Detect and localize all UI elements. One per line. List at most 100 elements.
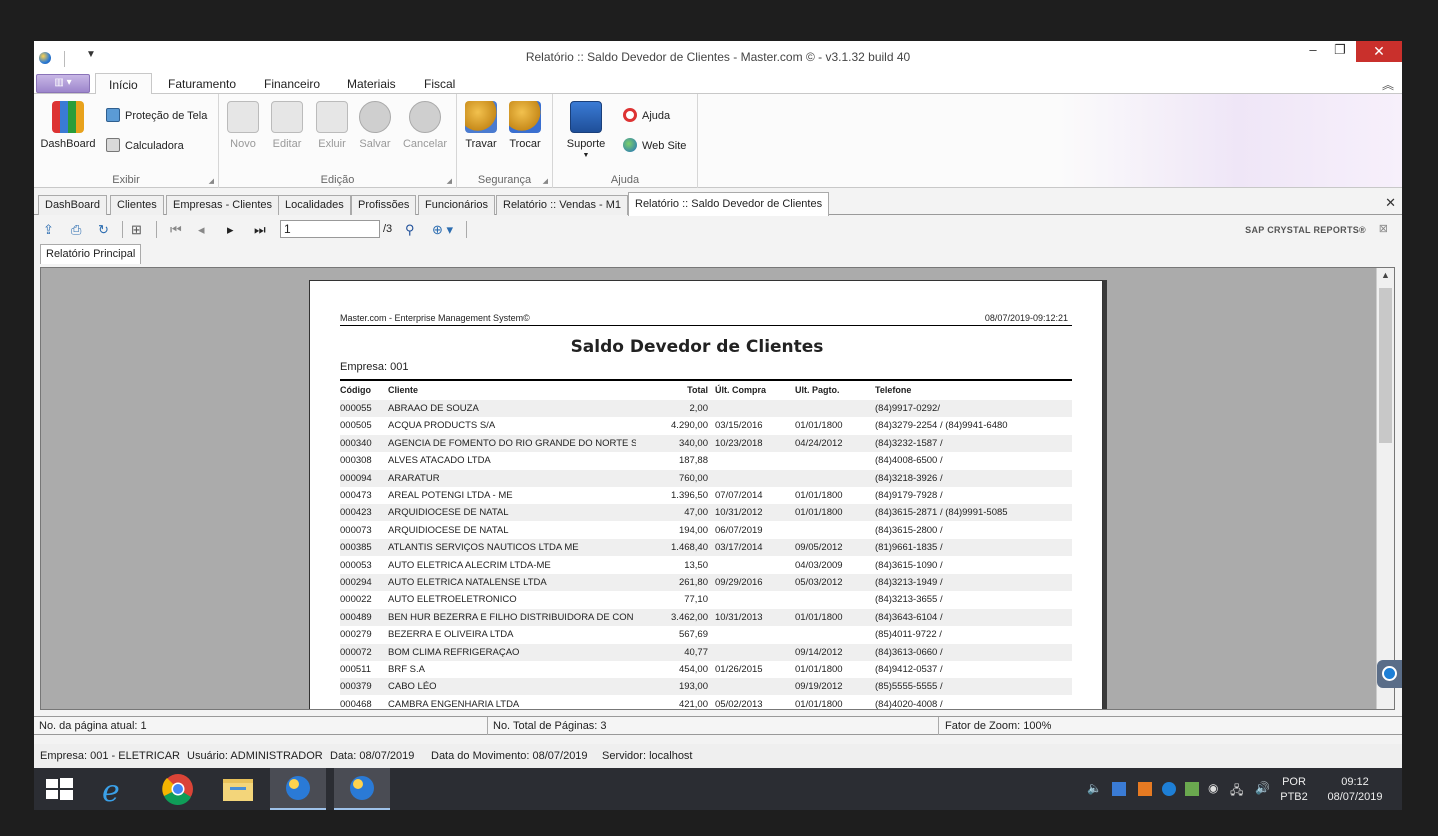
ribbon: DashBoard Proteção de Tela Calculadora E…: [34, 94, 1402, 188]
cell-total: 3.462,00: [671, 611, 708, 623]
tray-app-icon[interactable]: [1185, 782, 1199, 796]
header-rule: [340, 325, 1072, 326]
file-explorer-app[interactable]: [210, 768, 266, 810]
toolbar-separator: [156, 221, 157, 238]
calculadora-button[interactable]: Calculadora: [106, 138, 184, 152]
report-title: Saldo Devedor de Clientes: [570, 337, 824, 357]
doctab-relatorio-vendas[interactable]: Relatório :: Vendas - M1: [496, 195, 629, 215]
cancelar-button[interactable]: Cancelar: [402, 101, 448, 150]
tab-fiscal[interactable]: Fiscal: [424, 77, 455, 91]
tab-financeiro[interactable]: Financeiro: [264, 77, 320, 91]
teamviewer-tray-icon[interactable]: [1162, 782, 1176, 796]
cell-ult-compra: 10/31/2013: [715, 611, 763, 623]
cell-codigo: 000379: [340, 681, 372, 693]
cell-cliente: BEN HUR BEZERRA E FILHO DISTRIBUIDORA DE…: [388, 611, 634, 623]
first-page-icon[interactable]: ⏮: [170, 222, 182, 238]
col-header-cliente: Cliente: [388, 385, 419, 395]
tab-faturamento[interactable]: Faturamento: [168, 77, 236, 91]
group-label-seguranca: Segurança: [477, 174, 532, 186]
next-page-icon[interactable]: ▸: [227, 222, 234, 238]
app-menu-button[interactable]: ▥ ▾: [36, 74, 90, 93]
export-icon[interactable]: ⇪: [43, 222, 54, 238]
internet-explorer-app[interactable]: e: [90, 768, 146, 810]
scroll-up-icon[interactable]: ▲: [1381, 270, 1390, 280]
refresh-icon[interactable]: ↻: [98, 222, 109, 238]
ajuda-button[interactable]: Ajuda: [623, 108, 670, 122]
network-icon[interactable]: 🖧: [1230, 781, 1243, 802]
group-tree-icon[interactable]: ⊞: [131, 222, 142, 238]
cell-total: 194,00: [678, 524, 708, 536]
last-page-icon[interactable]: ⏭: [254, 222, 266, 238]
volume-icon[interactable]: 🔊: [1255, 781, 1270, 795]
cell-ult-compra: 03/15/2016: [715, 420, 763, 432]
master-app-2[interactable]: [334, 768, 390, 810]
doctab-localidades[interactable]: Localidades: [278, 195, 351, 215]
doctab-dashboard[interactable]: DashBoard: [38, 195, 108, 215]
travar-button[interactable]: Travar: [463, 101, 499, 150]
cell-ult-pagto: 01/01/1800: [795, 490, 843, 501]
collapse-ribbon-icon[interactable]: ︽: [1382, 76, 1394, 93]
scrollbar-thumb[interactable]: [1379, 288, 1392, 443]
doctab-clientes[interactable]: Clientes: [110, 195, 164, 215]
cell-codigo: 000294: [340, 577, 372, 588]
editar-button[interactable]: Editar: [269, 101, 305, 150]
protecao-tela-button[interactable]: Proteção de Tela: [106, 108, 207, 122]
binoculars-search-icon[interactable]: ⚲: [405, 222, 415, 238]
excluir-button[interactable]: Exluir: [315, 101, 349, 150]
report-viewer[interactable]: Master.com - Enterprise Management Syste…: [40, 267, 1395, 710]
vertical-scrollbar[interactable]: ▲: [1376, 268, 1394, 709]
group-exibir: DashBoard Proteção de Tela Calculadora E…: [34, 94, 219, 188]
tab-materiais[interactable]: Materiais: [347, 77, 396, 91]
novo-button[interactable]: Novo: [227, 101, 259, 150]
cell-codigo: 000423: [340, 507, 372, 519]
chrome-tray-icon[interactable]: ◉: [1208, 781, 1218, 795]
page-number-input[interactable]: 1: [280, 220, 380, 238]
app-status-bar: Empresa: 001 - ELETRICAR Usuário: ADMINI…: [34, 744, 1402, 768]
cell-ult-pagto: 01/01/1800: [795, 507, 843, 519]
website-button[interactable]: Web Site: [623, 138, 686, 152]
suporte-button[interactable]: Suporte ▼: [565, 101, 607, 159]
report-toolbar: ⇪ ⎙ ↻ ⊞ ⏮ ◂ ▸ ⏭ 1 /3 ⚲ ⊕ ▾ SAP CRYSTAL R…: [34, 216, 1402, 242]
group-launcher-icon[interactable]: ◢: [543, 177, 548, 185]
tab-inicio[interactable]: Início: [95, 73, 152, 95]
report-main-tab[interactable]: Relatório Principal: [40, 244, 142, 264]
minimize-button[interactable]: –: [1299, 41, 1327, 61]
chrome-app[interactable]: [150, 768, 206, 810]
table-row: 000053 AUTO ELETRICA ALECRIM LTDA-ME 13,50…: [340, 557, 1072, 574]
group-launcher-icon[interactable]: ◢: [447, 177, 452, 185]
salvar-button[interactable]: Salvar: [358, 101, 392, 150]
restore-button[interactable]: ❐: [1326, 41, 1354, 61]
doctab-funcionarios[interactable]: Funcionários: [418, 195, 495, 215]
cell-telefone: (84)3213-3655 /: [875, 594, 943, 606]
print-icon[interactable]: ⎙: [71, 222, 81, 238]
tray-app-icon[interactable]: [1112, 782, 1126, 796]
dashboard-button[interactable]: DashBoard: [40, 101, 96, 150]
close-button[interactable]: ✕: [1356, 41, 1402, 62]
close-document-icon[interactable]: ✕: [1385, 195, 1396, 211]
doctab-profissoes[interactable]: Profissões: [351, 195, 417, 215]
cell-telefone: (84)9412-0537 /: [875, 664, 943, 675]
group-launcher-icon[interactable]: ◢: [209, 177, 214, 185]
previous-page-icon[interactable]: ◂: [198, 222, 205, 238]
input-language[interactable]: POR PTB2: [1279, 775, 1309, 805]
close-viewer-icon[interactable]: ⊠: [1379, 222, 1388, 235]
application-window: ▼ Relatório :: Saldo Devedor de Clientes…: [34, 41, 1402, 768]
cell-ult-pagto: 01/01/1800: [795, 698, 843, 710]
teamviewer-panel-icon[interactable]: [1377, 660, 1402, 688]
tray-app-icon[interactable]: [1138, 782, 1152, 796]
trocar-button[interactable]: Trocar: [507, 101, 543, 150]
cell-total: 193,00: [678, 681, 708, 693]
speaker-icon[interactable]: 🔈: [1087, 781, 1102, 795]
cell-cliente: CABO LÉO: [388, 681, 437, 693]
doctab-relatorio-saldo-devedor[interactable]: Relatório :: Saldo Devedor de Clientes: [628, 192, 830, 216]
table-row: 000073 ARQUIDIOCESE DE NATAL 194,00 06/07/2…: [340, 522, 1072, 539]
status-data: Data: 08/07/2019: [330, 750, 415, 762]
cell-ult-compra: 03/17/2014: [715, 542, 763, 554]
zoom-icon[interactable]: ⊕ ▾: [432, 222, 453, 238]
master-app-1[interactable]: [270, 768, 326, 810]
doctab-empresas-clientes[interactable]: Empresas - Clientes: [166, 195, 280, 215]
cell-total: 77,10: [684, 594, 708, 606]
columns-rule: [340, 379, 1072, 381]
clock[interactable]: 09:12 08/07/2019: [1322, 775, 1388, 805]
start-button[interactable]: [34, 768, 90, 810]
